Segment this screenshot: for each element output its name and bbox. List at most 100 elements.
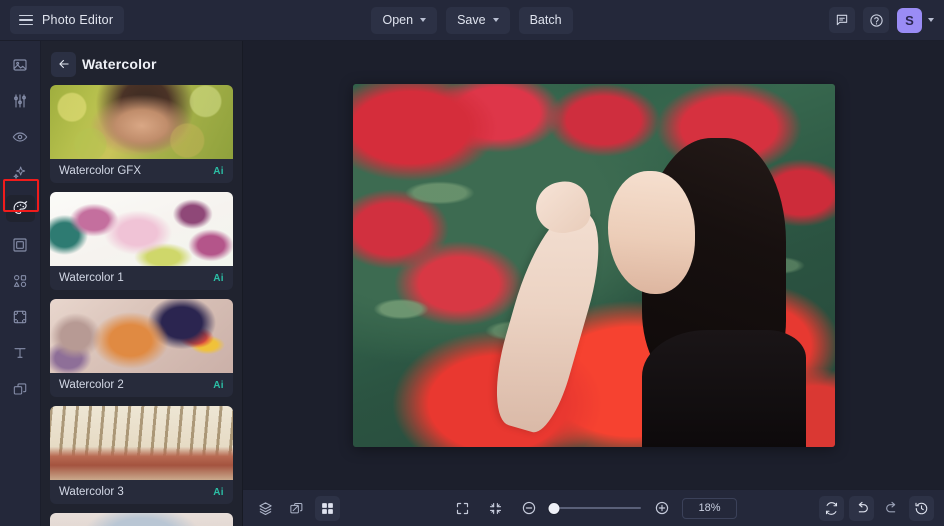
crop-icon bbox=[12, 309, 28, 325]
feedback-icon bbox=[835, 13, 849, 27]
preset-panel: Watercolor Watercolor GFX Ai Watercolor … bbox=[41, 41, 243, 526]
batch-button[interactable]: Batch bbox=[519, 7, 573, 34]
zoom-out-icon bbox=[521, 500, 537, 516]
rail-item-text[interactable] bbox=[6, 339, 35, 366]
preset-name: Watercolor GFX bbox=[59, 165, 141, 177]
open-button[interactable]: Open bbox=[371, 7, 437, 34]
top-bar: Photo Editor Open Save Batch bbox=[0, 0, 944, 41]
preset-thumbnail bbox=[50, 85, 233, 159]
image-icon bbox=[12, 57, 28, 73]
chevron-down-icon bbox=[493, 18, 499, 22]
grid-icon bbox=[320, 501, 335, 516]
sliders-icon bbox=[12, 93, 28, 109]
preset-thumbnail bbox=[50, 406, 233, 480]
preset-thumbnail bbox=[50, 513, 233, 526]
batch-button-label: Batch bbox=[530, 13, 562, 27]
rail-item-palette[interactable] bbox=[6, 195, 35, 222]
sparkle-icon bbox=[12, 165, 28, 181]
preset-thumbnail bbox=[50, 299, 233, 373]
account-menu-button[interactable] bbox=[928, 18, 934, 22]
photo-body bbox=[642, 330, 806, 446]
redo-icon bbox=[884, 500, 900, 516]
panel-header: Watercolor bbox=[41, 45, 242, 83]
preset-meta: Watercolor 2 Ai bbox=[50, 373, 233, 397]
preset-card-watercolor-2[interactable]: Watercolor 2 Ai bbox=[50, 299, 233, 397]
help-button[interactable] bbox=[863, 7, 889, 33]
arrow-left-icon bbox=[57, 57, 71, 71]
frame-icon bbox=[12, 237, 28, 253]
rail-item-effects[interactable] bbox=[6, 159, 35, 186]
ai-badge: Ai bbox=[213, 166, 224, 177]
app-title: Photo Editor bbox=[42, 13, 113, 27]
ai-badge: Ai bbox=[213, 487, 224, 498]
grid-button[interactable] bbox=[315, 496, 340, 521]
chevron-down-icon bbox=[928, 18, 934, 22]
text-icon bbox=[12, 345, 28, 361]
history-button[interactable] bbox=[909, 496, 934, 521]
rail-item-frame[interactable] bbox=[6, 231, 35, 258]
avatar[interactable]: S bbox=[897, 8, 922, 33]
history-icon bbox=[914, 501, 929, 516]
preset-name: Watercolor 1 bbox=[59, 272, 124, 284]
ai-badge: Ai bbox=[213, 273, 224, 284]
save-button-label: Save bbox=[457, 13, 486, 27]
back-button[interactable] bbox=[51, 52, 76, 77]
layers-icon bbox=[12, 381, 28, 397]
rail-item-adjust[interactable] bbox=[6, 87, 35, 114]
feedback-button[interactable] bbox=[829, 7, 855, 33]
preset-name: Watercolor 2 bbox=[59, 379, 124, 391]
top-bar-left: Photo Editor bbox=[10, 6, 124, 34]
redo-button[interactable] bbox=[879, 496, 904, 521]
photo-editor-app: Photo Editor Open Save Batch bbox=[0, 0, 944, 526]
canvas-region: 18% bbox=[243, 41, 944, 526]
preset-meta: Watercolor GFX Ai bbox=[50, 159, 233, 183]
editor-body: Watercolor Watercolor GFX Ai Watercolor … bbox=[0, 41, 944, 526]
undo-button[interactable] bbox=[849, 496, 874, 521]
canvas-photo[interactable] bbox=[353, 84, 835, 447]
top-bar-right: S bbox=[829, 7, 934, 33]
shrink-icon bbox=[488, 501, 503, 516]
preset-card-watercolor-gfx[interactable]: Watercolor GFX Ai bbox=[50, 85, 233, 183]
preset-card-next[interactable] bbox=[50, 513, 233, 526]
top-bar-center: Open Save Batch bbox=[0, 7, 944, 34]
open-button-label: Open bbox=[382, 13, 413, 27]
fit-screen-button[interactable] bbox=[450, 496, 475, 521]
zoom-slider[interactable] bbox=[549, 502, 641, 514]
bottom-bar: 18% bbox=[243, 489, 944, 526]
bottom-left-tools bbox=[253, 496, 340, 521]
compare-button[interactable] bbox=[284, 496, 309, 521]
preset-card-watercolor-1[interactable]: Watercolor 1 Ai bbox=[50, 192, 233, 290]
zoom-in-icon bbox=[654, 500, 670, 516]
rail-item-layers[interactable] bbox=[6, 375, 35, 402]
zoom-out-button[interactable] bbox=[516, 496, 541, 521]
preset-thumbnail bbox=[50, 192, 233, 266]
tool-rail bbox=[0, 41, 41, 526]
layers-button[interactable] bbox=[253, 496, 278, 521]
undo-icon bbox=[854, 500, 870, 516]
zoom-in-button[interactable] bbox=[649, 496, 674, 521]
app-menu-button[interactable]: Photo Editor bbox=[10, 6, 124, 34]
hamburger-icon bbox=[19, 15, 33, 26]
palette-icon bbox=[12, 200, 29, 217]
bottom-right-tools bbox=[819, 496, 934, 521]
compare-icon bbox=[289, 501, 304, 516]
chevron-down-icon bbox=[420, 18, 426, 22]
reset-button[interactable] bbox=[819, 496, 844, 521]
rail-item-retouch[interactable] bbox=[6, 123, 35, 150]
rail-item-crop[interactable] bbox=[6, 303, 35, 330]
rail-item-image[interactable] bbox=[6, 51, 35, 78]
panel-title: Watercolor bbox=[82, 56, 157, 72]
zoom-slider-handle[interactable] bbox=[548, 503, 559, 514]
layers-stack-icon bbox=[258, 501, 273, 516]
save-button[interactable]: Save bbox=[446, 7, 510, 34]
eye-icon bbox=[12, 129, 28, 145]
reset-icon bbox=[824, 501, 839, 516]
rail-item-shapes[interactable] bbox=[6, 267, 35, 294]
fit-screen-icon bbox=[455, 501, 470, 516]
canvas-area[interactable] bbox=[243, 41, 944, 489]
zoom-value-input[interactable]: 18% bbox=[682, 498, 737, 519]
ai-badge: Ai bbox=[213, 380, 224, 391]
preset-list[interactable]: Watercolor GFX Ai Watercolor 1 Ai Waterc… bbox=[41, 83, 242, 526]
shrink-button[interactable] bbox=[483, 496, 508, 521]
preset-card-watercolor-3[interactable]: Watercolor 3 Ai bbox=[50, 406, 233, 504]
